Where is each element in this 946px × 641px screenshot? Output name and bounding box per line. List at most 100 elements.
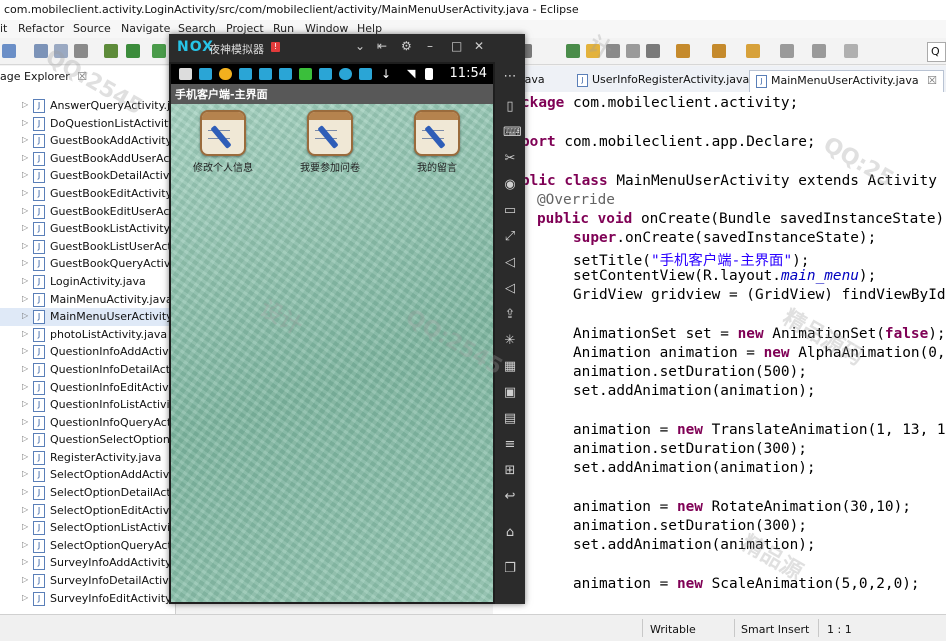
expand-arrow-icon[interactable]: ▷ xyxy=(22,382,28,391)
new-icon[interactable] xyxy=(2,44,16,58)
forward-icon[interactable] xyxy=(780,44,794,58)
file-tree-item[interactable]: ▷ J SelectOptionDetailActiv xyxy=(0,484,175,502)
file-tree-item[interactable]: ▷ JphotoListActivity.java xyxy=(0,326,175,344)
more-icon[interactable]: ⋯ xyxy=(503,70,517,84)
file-tree-item[interactable]: ▷ J QuestionInfoEditActivity xyxy=(0,379,175,397)
loading-icon[interactable]: ✳ xyxy=(503,334,517,348)
close-icon[interactable]: ✕ xyxy=(474,39,484,53)
run-icon[interactable] xyxy=(126,44,140,58)
save-all-icon[interactable] xyxy=(54,44,68,58)
shake-icon[interactable]: ▯ xyxy=(503,100,517,114)
recent-apps-icon[interactable]: ❐ xyxy=(503,562,517,576)
menu-source[interactable]: Source xyxy=(73,22,111,35)
show-whitespace-icon[interactable] xyxy=(646,44,660,58)
next-annotation-icon[interactable] xyxy=(566,44,580,58)
close-icon[interactable]: ☒ xyxy=(927,74,937,87)
close-icon[interactable]: ☒ xyxy=(77,70,87,83)
file-tree-item[interactable]: ▷ J SelectOptionEditActivity xyxy=(0,502,175,520)
save-icon[interactable] xyxy=(34,44,48,58)
file-tree-item[interactable]: ▷ J RegisterActivity.java xyxy=(0,449,175,467)
print-icon[interactable] xyxy=(74,44,88,58)
dropdown-icon[interactable]: ⌄ xyxy=(355,39,365,53)
previous-annotation-icon[interactable] xyxy=(712,44,726,58)
expand-arrow-icon[interactable]: ▷ xyxy=(22,522,28,531)
file-tree-item[interactable]: ▷ J AnswerQueryActivity.java xyxy=(0,97,175,115)
expand-arrow-icon[interactable]: ▷ xyxy=(22,505,28,514)
annotation-icon[interactable] xyxy=(676,44,690,58)
block-select-icon[interactable] xyxy=(626,44,640,58)
menu-edit[interactable]: it xyxy=(0,22,7,35)
apk-install-icon[interactable]: ⇪ xyxy=(503,308,517,322)
settings-icon[interactable]: ⚙ xyxy=(401,39,412,53)
code-editor[interactable]: ckage com.mobileclient.activity; port co… xyxy=(493,92,946,614)
file-tree-item[interactable]: ▷ J GuestBookEditUserActi xyxy=(0,203,175,221)
expand-arrow-icon[interactable]: ▷ xyxy=(22,188,28,197)
alert-badge[interactable]: ! xyxy=(271,42,280,52)
keyboard-icon[interactable]: ⌨ xyxy=(503,126,522,140)
screen-icon[interactable]: ▭ xyxy=(503,204,517,218)
forward-dropdown-icon[interactable] xyxy=(812,44,826,58)
location-icon[interactable]: ◉ xyxy=(503,178,517,192)
expand-arrow-icon[interactable]: ▷ xyxy=(22,346,28,355)
file-tree-item[interactable]: ▷ J SelectOptionListActivity. xyxy=(0,519,175,537)
file-tree-item[interactable]: ▷ J GuestBookDetailActivity xyxy=(0,167,175,185)
expand-arrow-icon[interactable]: ▷ xyxy=(22,417,28,426)
back-icon[interactable]: ↩ xyxy=(503,490,517,504)
file-tree-item[interactable]: ▷ J QuestionInfoQueryActiv xyxy=(0,414,175,432)
grid-item-my-messages[interactable]: 我的留言 xyxy=(392,110,482,174)
expand-arrow-icon[interactable]: ▷ xyxy=(22,434,28,443)
expand-arrow-icon[interactable]: ▷ xyxy=(22,153,28,162)
package-explorer-tab[interactable]: age Explorer ☒ xyxy=(0,70,87,88)
maximize-icon[interactable]: □ xyxy=(451,39,462,53)
expand-arrow-icon[interactable]: ▷ xyxy=(22,399,28,408)
pin-icon[interactable]: ⇤ xyxy=(377,39,387,53)
file-tree-item[interactable]: ▷ J SelectOptionQueryActiv xyxy=(0,537,175,555)
expand-arrow-icon[interactable]: ▷ xyxy=(22,135,28,144)
menu-refactor[interactable]: Refactor xyxy=(18,22,64,35)
video-record-icon[interactable]: ▣ xyxy=(503,386,517,400)
expand-arrow-icon[interactable]: ▷ xyxy=(22,118,28,127)
file-tree-item[interactable]: ▷ J LoginActivity.java xyxy=(0,273,175,291)
expand-arrow-icon[interactable]: ▷ xyxy=(22,170,28,179)
minimize-icon[interactable]: – xyxy=(427,39,433,53)
android-screen[interactable]: ↓ ◥ 11:54 手机客户端-主界面 修改个人信息 我要参加问卷 我的留言 xyxy=(171,64,493,602)
editor-tab-mainmenuuser[interactable]: J MainMenuUserActivity.java ☒ xyxy=(749,70,945,92)
volume-down-icon[interactable]: ◁ xyxy=(503,282,517,296)
expand-arrow-icon[interactable]: ▷ xyxy=(22,575,28,584)
multi-instance-icon[interactable]: ▤ xyxy=(503,412,517,426)
expand-arrow-icon[interactable]: ▷ xyxy=(22,276,28,285)
file-tree-item[interactable]: ▷ J MainMenuActivity.java xyxy=(0,291,175,309)
file-tree-item[interactable]: ▷ J GuestBookAddUserActi xyxy=(0,150,175,168)
highlight-icon[interactable] xyxy=(586,44,600,58)
expand-arrow-icon[interactable]: ▷ xyxy=(22,557,28,566)
quick-access-search[interactable]: Q xyxy=(927,42,946,62)
expand-arrow-icon[interactable]: ▷ xyxy=(22,206,28,215)
debug-icon[interactable] xyxy=(104,44,118,58)
home-icon[interactable]: ⌂ xyxy=(503,526,517,540)
macro-icon[interactable]: ▦ xyxy=(503,360,517,374)
file-tree-item[interactable]: ▷ J GuestBookEditActivity.ja xyxy=(0,185,175,203)
file-tree-item[interactable]: ▷ J GuestBookListActivity.ja xyxy=(0,220,175,238)
file-tree-item[interactable]: ▷ J GuestBookQueryActivit xyxy=(0,255,175,273)
expand-arrow-icon[interactable]: ▷ xyxy=(22,223,28,232)
check-icon[interactable] xyxy=(152,44,166,58)
file-tree-item[interactable]: ▷ J QuestionSelectOptionLi xyxy=(0,431,175,449)
expand-icon[interactable]: ⊞ xyxy=(503,464,517,478)
file-tree-item[interactable]: ▷ J SurveyInfoAddActivity.ja xyxy=(0,554,175,572)
file-tree-item[interactable]: ▷ J QuestionInfoListActivity xyxy=(0,396,175,414)
expand-arrow-icon[interactable]: ▷ xyxy=(22,487,28,496)
file-tree-item[interactable]: ▷ J SurveyInfoEditActivity.ja xyxy=(0,590,175,608)
expand-arrow-icon[interactable]: ▷ xyxy=(22,241,28,250)
file-tree-item[interactable]: ▷ J MainMenuUserActivity.j xyxy=(0,308,175,326)
expand-arrow-icon[interactable]: ▷ xyxy=(22,329,28,338)
file-tree-item[interactable]: ▷ J SurveyInfoDetailActivity xyxy=(0,572,175,590)
toggle-icon[interactable] xyxy=(606,44,620,58)
fullscreen-icon[interactable]: ⤢ xyxy=(503,230,517,244)
expand-arrow-icon[interactable]: ▷ xyxy=(22,100,28,109)
pin-editor-icon[interactable] xyxy=(844,44,858,58)
back-icon[interactable] xyxy=(746,44,760,58)
grid-item-join-survey[interactable]: 我要参加问卷 xyxy=(285,110,375,174)
volume-up-icon[interactable]: ◁ xyxy=(503,256,517,270)
file-tree-item[interactable]: ▷ J GuestBookListUserActiv xyxy=(0,238,175,256)
menu-navigate[interactable]: Navigate xyxy=(121,22,170,35)
